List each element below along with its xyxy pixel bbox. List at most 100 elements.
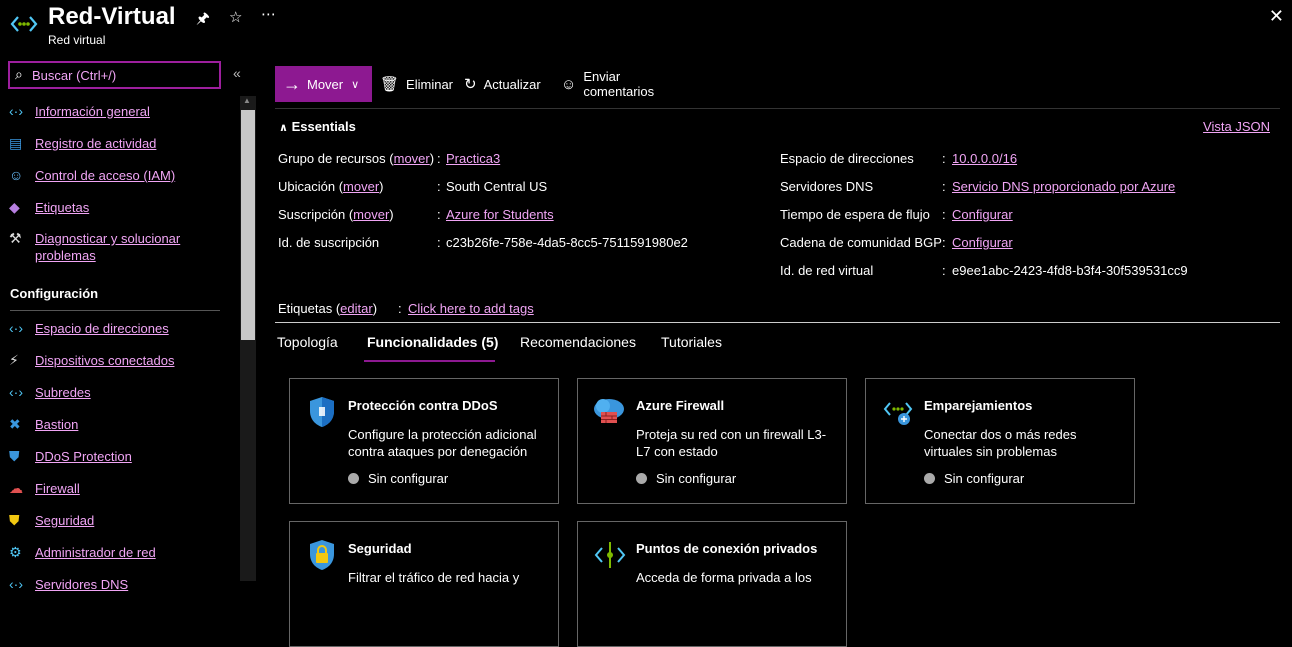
page-title: Red-Virtual bbox=[48, 3, 176, 30]
plug-icon: ⚡ bbox=[9, 352, 19, 368]
sidebar-item-diagnose[interactable]: ⚒ Diagnosticar y solucionar problemas bbox=[0, 230, 240, 264]
delete-button-label: Eliminar bbox=[406, 76, 454, 92]
move-button-label: Mover bbox=[307, 76, 344, 92]
tags-label: Etiquetas (editar) bbox=[278, 301, 378, 316]
sidebar-item-label: Servidores DNS bbox=[35, 577, 129, 592]
sidebar-item-network-manager[interactable]: ⚙ Administrador de red bbox=[0, 544, 240, 561]
colon: : bbox=[942, 207, 946, 222]
capability-card-private-endpoints[interactable]: Puntos de conexión privados Acceda de fo… bbox=[577, 521, 847, 647]
collapse-menu-icon[interactable]: « bbox=[233, 65, 241, 81]
sidebar-item-firewall[interactable]: ☁ Firewall bbox=[0, 480, 240, 497]
colon: : bbox=[942, 235, 946, 250]
bastion-icon: ✖ bbox=[9, 416, 21, 432]
divider bbox=[275, 322, 1280, 323]
sidebar-item-label: Firewall bbox=[35, 481, 80, 496]
tab-capabilities[interactable]: Funcionalidades (5) bbox=[367, 334, 498, 350]
location-label: Ubicación (mover) bbox=[278, 179, 384, 194]
sidebar-item-overview[interactable]: ‹·› Información general bbox=[0, 103, 240, 120]
sidebar-item-label: DDoS Protection bbox=[35, 449, 132, 464]
card-title: Emparejamientos bbox=[924, 398, 1033, 413]
move-location-link[interactable]: mover bbox=[343, 179, 379, 194]
subnet-icon: ‹·› bbox=[9, 384, 23, 400]
refresh-button-label: Actualizar bbox=[483, 76, 541, 92]
move-rg-link[interactable]: mover bbox=[394, 151, 430, 166]
card-description: Proteja su red con un firewall L3-L7 con… bbox=[636, 427, 827, 459]
add-tags-link[interactable]: Click here to add tags bbox=[408, 301, 534, 316]
tab-topology[interactable]: Topología bbox=[277, 334, 338, 350]
address-space-link[interactable]: 10.0.0.0/16 bbox=[952, 151, 1017, 166]
pin-icon[interactable]: 🖈 bbox=[196, 8, 210, 33]
firewall-cloud-icon bbox=[594, 399, 624, 423]
scroll-up-icon[interactable]: ▲ bbox=[243, 96, 251, 105]
colon: : bbox=[437, 235, 441, 250]
sidebar-item-label: Información general bbox=[35, 104, 150, 119]
feedback-icon: ☺ bbox=[561, 75, 577, 93]
move-subscription-link[interactable]: mover bbox=[353, 207, 389, 222]
sidebar-item-label: Administrador de red bbox=[35, 545, 156, 560]
resource-group-link[interactable]: Practica3 bbox=[446, 151, 500, 166]
activity-log-icon: ▤ bbox=[9, 135, 23, 151]
sidebar-item-label: Etiquetas bbox=[35, 200, 90, 215]
flow-timeout-link[interactable]: Configurar bbox=[952, 207, 1013, 222]
refresh-button[interactable]: ↻ Actualizar bbox=[464, 66, 541, 102]
capability-card-ddos[interactable]: Protección contra DDoS Configure la prot… bbox=[289, 378, 559, 504]
subscription-id-label: Id. de suscripción bbox=[278, 235, 380, 250]
vnet-icon: ‹·› bbox=[9, 103, 23, 119]
ellipsis-icon[interactable]: ⋯ bbox=[261, 5, 276, 23]
tab-tutorials[interactable]: Tutoriales bbox=[661, 334, 722, 350]
essentials-title: Essentials bbox=[291, 119, 356, 134]
sidebar-item-iam[interactable]: ☺ Control de acceso (IAM) bbox=[0, 167, 240, 184]
dns-servers-label: Servidores DNS bbox=[780, 179, 874, 194]
scrollbar-thumb[interactable] bbox=[241, 110, 255, 340]
label-text: Grupo de recursos bbox=[278, 151, 386, 166]
essentials-toggle[interactable]: ∧ Essentials bbox=[279, 119, 356, 134]
chevron-up-icon: ∧ bbox=[279, 122, 288, 134]
sidebar-item-dns[interactable]: ‹·› Servidores DNS bbox=[0, 576, 240, 593]
sidebar-item-connected-devices[interactable]: ⚡ Dispositivos conectados bbox=[0, 352, 240, 369]
sidebar-item-address-space[interactable]: ‹·› Espacio de direcciones bbox=[0, 320, 240, 337]
vnet-id-label: Id. de red virtual bbox=[780, 263, 874, 278]
feedback-button[interactable]: ☺ Enviar comentarios bbox=[561, 66, 654, 102]
dns-servers-link[interactable]: Servicio DNS proporcionado por Azure bbox=[952, 179, 1175, 194]
edit-tags-link[interactable]: editar bbox=[340, 301, 373, 316]
iam-icon: ☺ bbox=[9, 167, 24, 183]
sidebar-item-ddos[interactable]: ⛊ DDoS Protection bbox=[0, 448, 240, 465]
delete-button[interactable]: 🗑 Eliminar bbox=[380, 66, 453, 102]
divider bbox=[275, 108, 1280, 109]
bgp-community-link[interactable]: Configurar bbox=[952, 235, 1013, 250]
subscription-link[interactable]: Azure for Students bbox=[446, 207, 554, 222]
capability-card-security[interactable]: Seguridad Filtrar el tráfico de red haci… bbox=[289, 521, 559, 647]
sidebar-item-security[interactable]: ⛊ Seguridad bbox=[0, 512, 240, 529]
star-icon[interactable]: ☆ bbox=[229, 8, 242, 26]
sidebar-item-activity-log[interactable]: ▤ Registro de actividad bbox=[0, 135, 240, 152]
capability-card-firewall[interactable]: Azure Firewall Proteja su red con un fir… bbox=[577, 378, 847, 504]
close-icon[interactable]: ✕ bbox=[1269, 6, 1284, 27]
ddos-shield-icon bbox=[310, 397, 334, 427]
blade-header: Red-Virtual Red virtual 🖈 ☆ ⋯ ✕ bbox=[0, 0, 1292, 56]
refresh-icon: ↻ bbox=[464, 76, 477, 93]
sidebar-item-tags[interactable]: ◆ Etiquetas bbox=[0, 199, 240, 216]
label-text: Ubicación bbox=[278, 179, 336, 194]
resource-menu: ⌕ « ‹·› Información general ▤ Registro d… bbox=[0, 56, 256, 592]
sidebar-scrollbar[interactable]: ▲ bbox=[240, 96, 256, 581]
sidebar-item-subnets[interactable]: ‹·› Subredes bbox=[0, 384, 240, 401]
colon: : bbox=[942, 263, 946, 278]
status-dot-icon bbox=[924, 473, 935, 484]
card-description: Filtrar el tráfico de red hacia y bbox=[348, 570, 520, 585]
search-input[interactable] bbox=[32, 65, 217, 85]
peering-icon bbox=[883, 402, 913, 425]
json-view-link[interactable]: Vista JSON bbox=[1203, 119, 1270, 134]
sidebar-item-label: Bastion bbox=[35, 417, 79, 432]
address-space-icon: ‹·› bbox=[9, 320, 23, 336]
capability-card-peerings[interactable]: Emparejamientos Conectar dos o más redes… bbox=[865, 378, 1135, 504]
security-icon: ⛊ bbox=[9, 512, 20, 528]
move-button[interactable]: → Mover ∨ bbox=[275, 66, 372, 102]
ddos-shield-icon: ⛊ bbox=[9, 448, 20, 464]
search-box[interactable]: ⌕ bbox=[8, 61, 221, 89]
sidebar-item-bastion[interactable]: ✖ Bastion bbox=[0, 416, 240, 433]
tab-recommendations[interactable]: Recomendaciones bbox=[520, 334, 636, 350]
card-title: Azure Firewall bbox=[636, 398, 725, 413]
private-endpoint-icon bbox=[594, 542, 626, 568]
dns-icon: ‹·› bbox=[9, 576, 23, 592]
colon: : bbox=[437, 151, 441, 166]
